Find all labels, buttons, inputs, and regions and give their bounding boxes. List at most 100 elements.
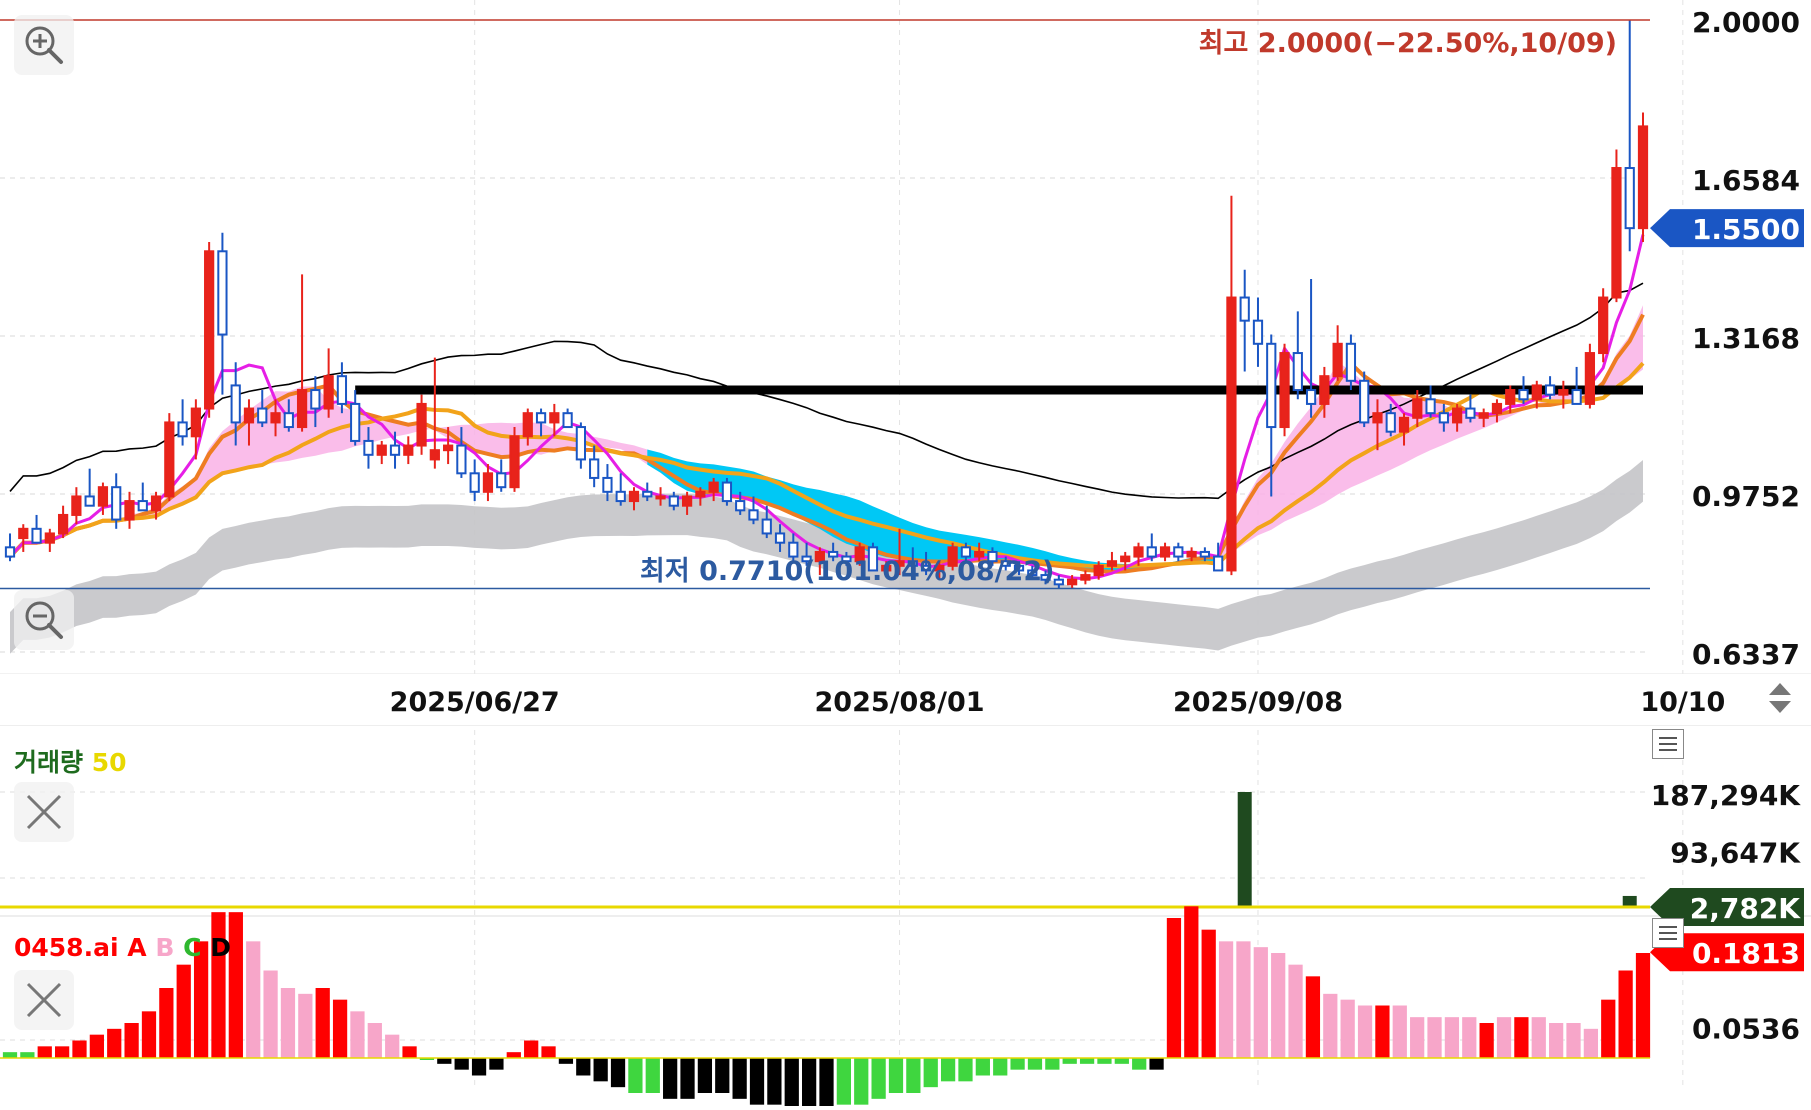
indicator-bar — [1392, 1005, 1407, 1058]
indicator-bar — [541, 1046, 556, 1058]
candle-body — [217, 250, 228, 336]
chart-canvas[interactable]: 최고 2.0000(−22.50%,10/09) 최저 0.7710(101.04… — [0, 0, 1811, 1110]
candle-body — [97, 486, 109, 507]
candle-body — [1518, 389, 1529, 401]
candle-body — [774, 532, 786, 544]
close-volume-button[interactable] — [14, 782, 74, 842]
indicator-bar — [54, 1046, 70, 1058]
indicator-bar — [37, 1046, 52, 1058]
candle-body — [1359, 379, 1370, 424]
indicator-bar — [1097, 1058, 1112, 1064]
candle-body — [1637, 125, 1649, 230]
candle-body — [761, 518, 772, 535]
candle-body — [628, 490, 640, 503]
candle-body — [708, 481, 719, 493]
indicator-bar — [385, 1034, 400, 1058]
candle-body — [668, 495, 679, 507]
indicator-bar — [1410, 1017, 1425, 1058]
indicator-bar — [506, 1052, 521, 1058]
price-tick-label: 0.6337 — [1692, 638, 1800, 671]
candle-body — [1146, 546, 1157, 558]
indicator-bar — [1427, 1017, 1442, 1058]
zoom-in-button[interactable] — [14, 15, 74, 75]
candle-body — [1093, 564, 1104, 577]
indicator-bar — [784, 1058, 799, 1110]
candle-body — [1425, 398, 1436, 415]
indicator-menu-button[interactable] — [1652, 918, 1684, 948]
candle-body — [270, 412, 281, 424]
legend-a: A — [127, 933, 147, 962]
candle-body — [389, 444, 401, 456]
candle-body — [602, 476, 613, 493]
indicator-bar — [593, 1058, 608, 1082]
legend-b: B — [155, 933, 175, 962]
candle-body — [230, 384, 241, 424]
candle-body — [376, 444, 387, 456]
indicator-bar — [280, 988, 296, 1058]
indicator-bar — [1079, 1058, 1095, 1064]
candle-body — [1226, 296, 1237, 572]
indicator-bar — [72, 1040, 87, 1058]
indicator-tick-label: 0.0536 — [1692, 1013, 1800, 1046]
indicator-bar — [697, 1058, 713, 1093]
indicator-bar — [1514, 1017, 1529, 1058]
indicator-bar — [1357, 1005, 1373, 1058]
candle-body — [1133, 546, 1144, 558]
candle-body — [1385, 412, 1396, 433]
indicator-bar — [1444, 1017, 1460, 1058]
scroll-down-arrow — [1769, 701, 1791, 713]
indicator-bar — [993, 1058, 1008, 1076]
candle-body — [164, 421, 175, 498]
indicator-bar — [2, 1052, 18, 1058]
candle-body — [429, 449, 440, 461]
candle-body — [283, 412, 294, 429]
indicator-bar — [1027, 1058, 1043, 1070]
indicator-bar — [1132, 1058, 1147, 1070]
candle-body — [4, 546, 16, 558]
volume-tick-label: 93,647K — [1670, 837, 1801, 870]
indicator-bar — [871, 1058, 886, 1099]
indicator-bar — [819, 1058, 834, 1110]
indicator-bar — [1166, 918, 1182, 1058]
candle-body — [323, 375, 334, 410]
indicator-bar — [1010, 1058, 1025, 1070]
volume-bar — [1237, 792, 1252, 907]
indicator-bar — [1218, 941, 1234, 1058]
candle-body — [177, 421, 188, 438]
candle-body — [1531, 384, 1542, 401]
zoom-out-button[interactable] — [14, 590, 74, 650]
date-label: 2025/08/01 — [815, 687, 985, 718]
scroll-up-down-icon[interactable] — [1763, 674, 1797, 722]
candle-body — [575, 426, 587, 461]
volume-title: 거래량 — [14, 748, 84, 777]
indicator-bar — [767, 1058, 782, 1105]
indicator-bar — [89, 1034, 104, 1058]
candle-body — [57, 513, 69, 535]
candle-body — [1452, 407, 1463, 424]
close-indicator-button[interactable] — [14, 970, 74, 1030]
indicator-bar — [298, 993, 313, 1058]
candle-body — [655, 495, 666, 500]
zoom-in-icon — [25, 26, 63, 64]
indicator-bar — [802, 1058, 817, 1110]
zoom-out-icon — [25, 601, 63, 639]
menu-icon — [1659, 737, 1677, 739]
indicator-bar — [124, 1023, 139, 1058]
candle-body — [482, 472, 494, 493]
indicator-bar — [263, 970, 278, 1058]
indicator-bar — [1462, 1017, 1477, 1058]
indicator-panel-label: 0458.ai A B C D — [14, 933, 231, 962]
current-price-label: 1.5500 — [1692, 213, 1800, 246]
indicator-bar — [1114, 1058, 1129, 1064]
candle-body — [243, 407, 255, 424]
candle-body — [31, 527, 42, 544]
candle-body — [1624, 167, 1635, 230]
candle-body — [336, 375, 348, 405]
volume-menu-button[interactable] — [1652, 729, 1684, 759]
volume-period: 50 — [91, 748, 127, 777]
indicator-bar — [437, 1058, 452, 1064]
candle-body — [190, 407, 201, 438]
candle-body — [735, 500, 746, 512]
indicator-bar — [975, 1058, 990, 1076]
indicator-bar — [332, 999, 348, 1058]
